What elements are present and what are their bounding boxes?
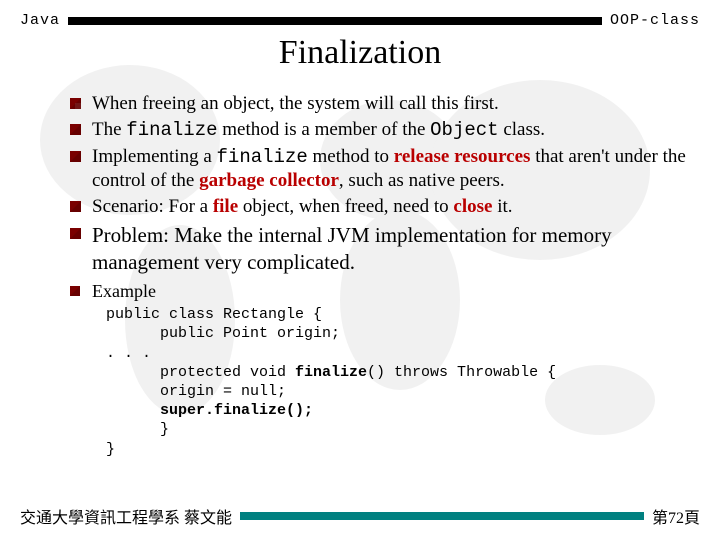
code-example: public class Rectangle { public Point or… [106,305,692,459]
bullet-icon [70,195,92,212]
bullet-icon [70,118,92,135]
bullet-6: Example [70,280,692,303]
bullet-4: Scenario: For a file object, when freed,… [70,195,692,219]
footer-bar [240,512,644,520]
bullet-4-text: Scenario: For a file object, when freed,… [92,195,692,219]
header: Java OOP-class [20,12,700,29]
bullet-1: When freeing an object, the system will … [70,92,692,116]
bullet-5: Problem: Make the internal JVM implement… [70,222,692,277]
bullet-5-text: Problem: Make the internal JVM implement… [92,222,692,277]
bullet-2: The finalize method is a member of the O… [70,118,692,142]
bullet-icon [70,145,92,162]
header-bar [68,17,602,25]
bullet-icon [70,222,92,239]
header-right: OOP-class [610,12,700,29]
bullet-3: Implementing a finalize method to releas… [70,145,692,194]
footer: 交通大學資訊工程學系 蔡文能 第72頁 [20,504,700,528]
bullet-3-text: Implementing a finalize method to releas… [92,145,692,194]
header-left: Java [20,12,60,29]
footer-left: 交通大學資訊工程學系 蔡文能 [20,504,232,528]
slide-title: Finalization [0,34,720,72]
footer-right: 第72頁 [652,504,700,528]
bullet-icon [70,280,92,296]
bullet-icon [70,92,92,109]
bullet-6-text: Example [92,280,692,303]
bullet-1-text: When freeing an object, the system will … [92,92,692,116]
bullet-2-text: The finalize method is a member of the O… [92,118,692,142]
content-area: When freeing an object, the system will … [70,92,692,459]
